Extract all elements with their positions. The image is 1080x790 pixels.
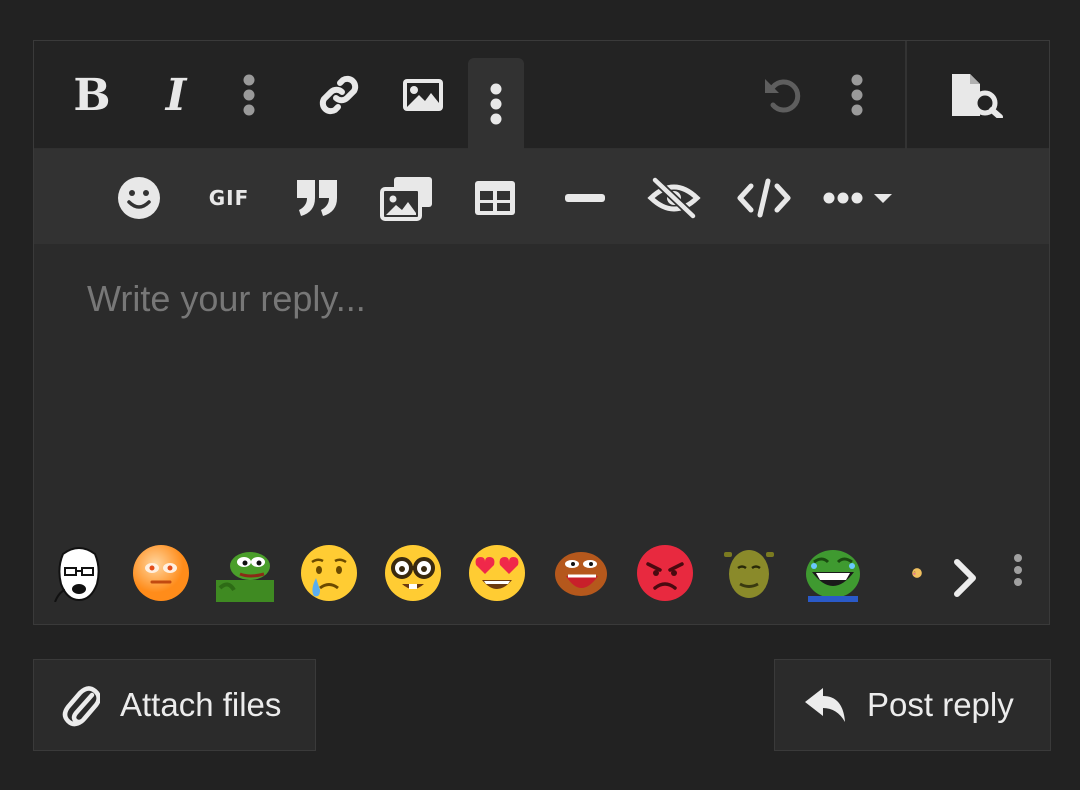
table-button[interactable] (470, 173, 520, 223)
chevron-right-icon (954, 559, 976, 597)
more-options-button[interactable] (840, 67, 874, 123)
cursed-smilie[interactable] (132, 544, 190, 602)
angry-pepe-smilie[interactable] (552, 544, 610, 602)
reply-editor: B I GIF Write your reply... (33, 40, 1050, 625)
more-insert-icon (490, 83, 502, 124)
link-button[interactable] (314, 67, 364, 123)
media-button[interactable] (380, 173, 434, 223)
pepe-smilie[interactable] (216, 544, 274, 602)
more-text-options-button[interactable] (232, 67, 266, 123)
bold-icon: B (73, 69, 111, 121)
crying-smilie[interactable] (300, 544, 358, 602)
spoiler-button[interactable] (646, 173, 702, 223)
horizontal-line-button[interactable] (560, 173, 610, 223)
smilie-options-button[interactable] (1004, 548, 1032, 592)
attach-files-button[interactable]: Attach files (33, 659, 316, 751)
undo-button[interactable] (758, 67, 808, 123)
editor-toolbar: B I (34, 41, 1049, 149)
more-text-icon (243, 74, 255, 116)
image-icon (403, 79, 443, 111)
reply-placeholder: Write your reply... (87, 278, 366, 319)
nerd-smilie[interactable] (384, 544, 442, 602)
shrek-smilie[interactable] (720, 544, 778, 602)
insert-image-button[interactable] (398, 67, 448, 123)
link-icon (319, 75, 359, 115)
quote-icon (297, 180, 337, 216)
bold-button[interactable]: B (68, 67, 116, 123)
smilie-icon (118, 177, 160, 219)
smilie-strip (34, 534, 1049, 624)
gif-icon: GIF (208, 186, 250, 210)
code-icon (737, 178, 791, 218)
rage-smilie[interactable] (636, 544, 694, 602)
table-icon (475, 181, 515, 215)
more-dropdown-button[interactable] (820, 173, 896, 223)
preview-icon (952, 74, 1003, 118)
post-reply-button[interactable]: Post reply (774, 659, 1051, 751)
italic-icon: I (165, 69, 187, 121)
smilie-next-button[interactable] (942, 550, 988, 606)
paperclip-icon (62, 683, 100, 727)
toolbar-divider (905, 41, 907, 149)
editor-subtoolbar: GIF (34, 149, 1049, 244)
more-dropdown-icon (823, 192, 892, 204)
post-reply-label: Post reply (867, 686, 1014, 723)
attach-files-label: Attach files (120, 686, 282, 723)
preview-button[interactable] (946, 67, 1006, 123)
spoiler-icon (647, 176, 701, 220)
heart-eyes-smilie[interactable] (468, 544, 526, 602)
laughing-pepe-smilie[interactable] (804, 544, 862, 602)
smilie-button[interactable] (114, 173, 164, 223)
italic-button[interactable]: I (152, 67, 200, 123)
vertical-dots-icon (1014, 554, 1022, 586)
more-insert-button[interactable] (468, 58, 524, 149)
horizontal-line-icon (565, 194, 605, 202)
undo-icon (765, 79, 801, 113)
media-icon (380, 177, 432, 221)
code-button[interactable] (736, 173, 792, 223)
blush-smilie[interactable] (888, 544, 922, 602)
quote-button[interactable] (292, 173, 342, 223)
wojak-smilie[interactable] (50, 544, 108, 602)
reply-textarea[interactable]: Write your reply... (34, 244, 1049, 534)
more-options-icon (851, 74, 863, 116)
reply-icon (803, 686, 847, 724)
gif-button[interactable]: GIF (202, 173, 256, 223)
